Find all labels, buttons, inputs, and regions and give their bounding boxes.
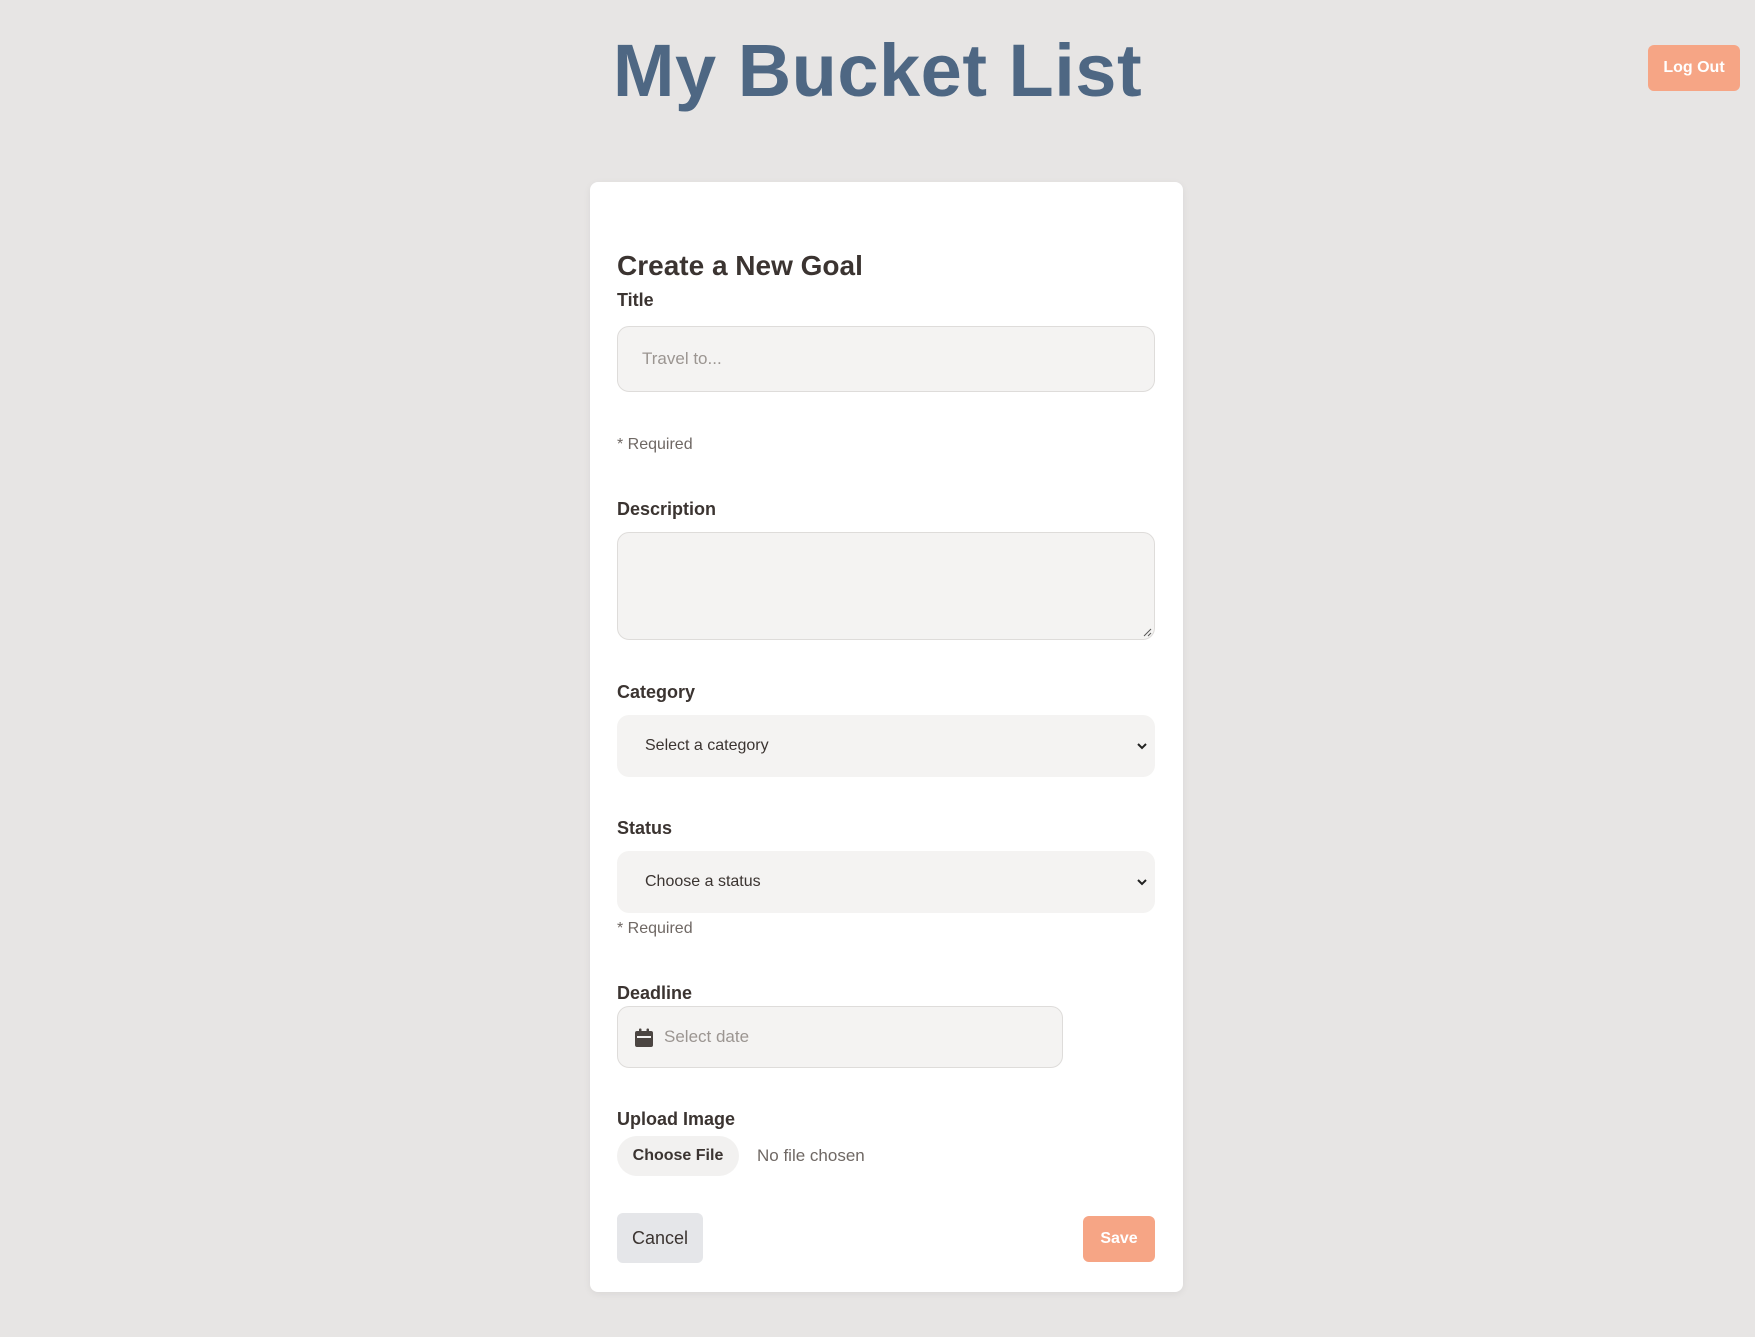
deadline-date-picker[interactable]: Select date — [617, 1006, 1063, 1068]
chevron-down-icon — [1137, 879, 1147, 886]
title-placeholder: Travel to... — [642, 349, 722, 368]
app-title: My Bucket List — [612, 29, 1143, 112]
save-button[interactable]: Save — [1083, 1216, 1155, 1262]
resize-grip-icon[interactable] — [1142, 627, 1152, 637]
description-textarea[interactable] — [617, 532, 1155, 640]
page: My Bucket List Log Out Create a New Goal… — [0, 0, 1755, 1337]
category-selected-value: Select a category — [645, 737, 769, 754]
choose-file-button[interactable]: Choose File — [617, 1136, 739, 1176]
category-select[interactable]: Select a category — [617, 715, 1155, 777]
form-heading: Create a New Goal — [617, 250, 863, 281]
title-label: Title — [617, 290, 654, 310]
status-label: Status — [617, 818, 673, 838]
file-status-text: No file chosen — [757, 1146, 865, 1165]
cancel-button[interactable]: Cancel — [617, 1213, 703, 1263]
deadline-label: Deadline — [617, 983, 693, 1003]
category-label: Category — [617, 682, 696, 702]
status-required-hint: * Required — [617, 920, 693, 937]
title-input[interactable]: Travel to... — [617, 326, 1155, 392]
calendar-icon — [635, 1028, 653, 1047]
upload-image-label: Upload Image — [617, 1109, 736, 1129]
status-selected-value: Choose a status — [645, 873, 761, 890]
status-select[interactable]: Choose a status — [617, 851, 1155, 913]
description-label: Description — [617, 499, 717, 519]
create-goal-card: Create a New Goal Title Travel to... * R… — [590, 182, 1183, 1292]
log-out-button[interactable]: Log Out — [1648, 45, 1740, 91]
title-required-hint: * Required — [617, 436, 693, 453]
deadline-placeholder: Select date — [664, 1027, 750, 1046]
chevron-down-icon — [1137, 743, 1147, 750]
